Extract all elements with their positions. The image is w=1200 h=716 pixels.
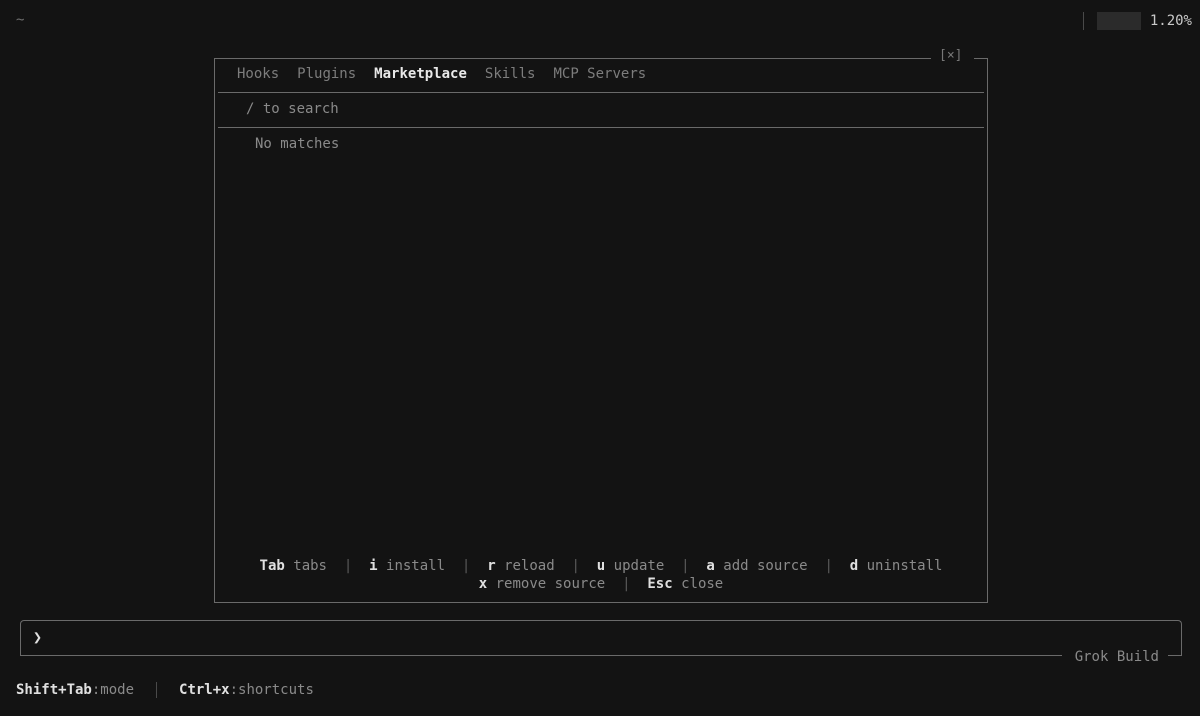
shortcut-key: i xyxy=(369,558,378,574)
shortcut-key: x xyxy=(478,576,488,592)
usage-percent: 1.20% xyxy=(1149,13,1192,29)
shortcut-key: Esc xyxy=(647,576,673,592)
status-bar: Shift+Tab:mode Ctrl+x:shortcuts xyxy=(16,682,314,698)
shortcut-desc: update xyxy=(613,558,665,574)
usage-bar xyxy=(1096,12,1141,30)
tab-hooks[interactable]: Hooks xyxy=(237,66,279,82)
shortcut-help: Tab tabs | i install | r reload | u upda… xyxy=(259,558,943,592)
search-input[interactable]: / to search xyxy=(246,101,339,117)
divider xyxy=(218,127,984,128)
shortcut-key: d xyxy=(849,558,859,574)
shortcut-desc: reload xyxy=(504,558,555,574)
shortcut-key: Tab xyxy=(259,558,285,574)
shortcut-desc: tabs xyxy=(293,558,327,574)
shortcut-desc: add source xyxy=(723,558,808,574)
tab-bar: Hooks Plugins Marketplace Skills MCP Ser… xyxy=(237,66,646,82)
shortcut-desc: close xyxy=(681,576,724,592)
close-button[interactable]: [×] xyxy=(939,48,962,63)
shortcut-key: r xyxy=(487,558,496,574)
working-directory: ~ xyxy=(16,12,25,28)
shortcut-desc: remove source xyxy=(495,576,606,592)
prompt-input[interactable]: ❯ Grok Build xyxy=(20,620,1182,665)
shortcut-desc: install xyxy=(386,558,446,574)
status-desc: :mode xyxy=(91,682,135,698)
tab-skills[interactable]: Skills xyxy=(485,66,536,82)
usage-indicator: 1.20% xyxy=(1082,10,1200,32)
divider xyxy=(1082,12,1084,30)
shortcut-key: u xyxy=(596,558,606,574)
divider xyxy=(156,682,158,698)
status-key: Ctrl+x xyxy=(179,682,230,698)
shortcut-key: a xyxy=(706,558,715,574)
empty-state: No matches xyxy=(255,136,340,152)
status-desc: :shortcuts xyxy=(229,682,314,698)
prompt-chevron-icon: ❯ xyxy=(33,628,43,646)
tab-mcp-servers[interactable]: MCP Servers xyxy=(553,66,646,82)
marketplace-dialog: [×] Hooks Plugins Marketplace Skills MCP… xyxy=(214,48,988,603)
shortcut-desc: uninstall xyxy=(866,558,943,574)
tab-plugins[interactable]: Plugins xyxy=(297,66,356,82)
prompt-label: Grok Build xyxy=(1074,649,1159,665)
tab-marketplace[interactable]: Marketplace xyxy=(374,66,467,82)
divider xyxy=(218,92,984,93)
status-key: Shift+Tab xyxy=(16,682,92,698)
